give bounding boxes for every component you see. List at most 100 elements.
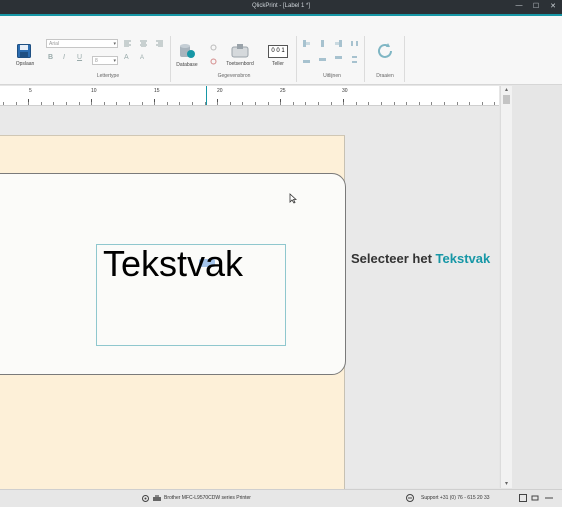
ruler-minor-tick [293, 102, 294, 105]
save-label: Opslaan [15, 61, 35, 67]
ruler-label: 10 [91, 88, 97, 94]
ruler-minor-tick [482, 102, 483, 105]
ruler-position-marker [206, 86, 207, 105]
ruler-minor-tick [318, 102, 319, 105]
font-size-value: 8 [95, 58, 98, 64]
ruler-label: 5 [29, 88, 32, 94]
align-top-left-icon[interactable] [303, 40, 310, 47]
align-top-center-icon[interactable] [319, 40, 326, 47]
window-title: QlickPrint - [Label 1 *] [251, 3, 311, 9]
grow-font-button[interactable]: A [124, 54, 129, 61]
maximize-button[interactable]: ☐ [531, 2, 541, 10]
align-middle-icon[interactable] [319, 56, 326, 63]
textbox-text: Tekstvak [103, 243, 244, 284]
ruler-minor-tick [41, 102, 42, 105]
title-bar: QlickPrint - [Label 1 *] — ☐ ✕ [0, 0, 562, 16]
distribute-horizontal-icon[interactable] [351, 40, 358, 47]
align-right-icon[interactable] [156, 40, 163, 47]
separator [296, 36, 297, 82]
ruler-minor-tick [129, 102, 130, 105]
align-bottom-left-icon[interactable] [303, 56, 310, 63]
ruler-minor-tick [394, 102, 395, 105]
ruler-minor-tick [406, 102, 407, 105]
ruler-minor-tick [28, 102, 29, 105]
ruler-minor-tick [91, 102, 92, 105]
instruction-prefix: Selecteer het [351, 251, 436, 266]
ruler-minor-tick [305, 102, 306, 105]
database-icon [180, 44, 195, 58]
chevron-down-icon: ▾ [113, 58, 116, 64]
instruction-text: Selecteer het Tekstvak [351, 251, 490, 266]
italic-button[interactable]: I [63, 54, 65, 61]
group-data-caption: Gegevensbron [217, 73, 251, 79]
database-button[interactable] [179, 43, 195, 64]
ruler-minor-tick [268, 102, 269, 105]
font-name-select[interactable]: Arial ▾ [46, 39, 118, 48]
floppy-disk-icon [17, 44, 31, 58]
printer-name: Brother MFC-L9570CDW series Printer [164, 495, 251, 501]
align-top-right-icon[interactable] [335, 40, 342, 47]
zoom-fit-icon[interactable] [531, 494, 539, 502]
ruler-minor-tick [179, 102, 180, 105]
ruler-minor-tick [104, 102, 105, 105]
textbox-element[interactable]: Tekstvak [96, 243, 286, 346]
ruler-minor-tick [444, 102, 445, 105]
minimize-button[interactable]: — [514, 2, 524, 9]
separator [364, 36, 365, 82]
link-icon[interactable] [210, 44, 217, 51]
design-canvas[interactable]: Tekstvak Selecteer het Tekstvak [0, 106, 499, 489]
ruler-minor-tick [167, 102, 168, 105]
align-bottom-icon[interactable] [335, 56, 342, 63]
ruler-minor-tick [230, 102, 231, 105]
ruler-minor-tick [419, 102, 420, 105]
counter-button[interactable]: 0 0 1 [268, 45, 288, 58]
underline-button[interactable]: U [77, 54, 82, 61]
shrink-font-button[interactable]: A [140, 55, 144, 61]
ruler-minor-tick [331, 102, 332, 105]
group-rotate-caption: Draaien [376, 73, 394, 79]
ruler-minor-tick [381, 102, 382, 105]
zoom-out-icon[interactable] [544, 494, 554, 502]
ruler-minor-tick [356, 102, 357, 105]
instruction-highlight: Tekstvak [435, 251, 491, 266]
keyboard-icon [231, 44, 249, 58]
printer-icon[interactable] [153, 495, 161, 502]
horizontal-ruler: 5 10 15 20 25 30 [0, 86, 499, 106]
align-left-icon[interactable] [124, 40, 131, 47]
counter-value: 0 0 1 [271, 48, 285, 54]
ruler-label: 15 [154, 88, 160, 94]
mouse-pointer-icon [289, 193, 297, 204]
scroll-down-icon[interactable]: ▾ [501, 480, 512, 488]
ruler-minor-tick [431, 102, 432, 105]
ruler-minor-tick [53, 102, 54, 105]
separator [170, 36, 171, 82]
distribute-vertical-icon[interactable] [351, 56, 358, 63]
vertical-scrollbar[interactable]: ▴ ▾ [500, 86, 512, 488]
ruler-label: 30 [342, 88, 348, 94]
ruler-minor-tick [66, 102, 67, 105]
bold-button[interactable]: B [48, 54, 53, 61]
support-phone: Support +31 (0) 76 - 615 20 33 [421, 495, 490, 501]
scrollbar-thumb[interactable] [503, 95, 510, 104]
rotate-button[interactable] [376, 42, 394, 65]
support-icon[interactable] [406, 494, 414, 502]
font-size-select[interactable]: 8 ▾ [92, 56, 118, 65]
status-bar: Brother MFC-L9570CDW series Printer Supp… [0, 489, 562, 507]
ruler-minor-tick [242, 102, 243, 105]
ruler-label: 25 [280, 88, 286, 94]
ruler-minor-tick [469, 102, 470, 105]
font-name-value: Arial [49, 41, 60, 47]
ruler-minor-tick [3, 102, 4, 105]
ruler-minor-tick [280, 102, 281, 105]
ruler-minor-tick [494, 102, 495, 105]
align-center-icon[interactable] [140, 40, 147, 47]
ruler-minor-tick [79, 102, 80, 105]
close-button[interactable]: ✕ [548, 2, 558, 10]
scroll-up-icon[interactable]: ▴ [501, 86, 512, 94]
gear-icon[interactable] [142, 495, 149, 502]
fit-to-screen-icon[interactable] [519, 494, 527, 502]
separator [404, 36, 405, 82]
rotate-icon [378, 43, 392, 58]
unlink-icon[interactable] [210, 58, 217, 65]
ruler-minor-tick [116, 102, 117, 105]
